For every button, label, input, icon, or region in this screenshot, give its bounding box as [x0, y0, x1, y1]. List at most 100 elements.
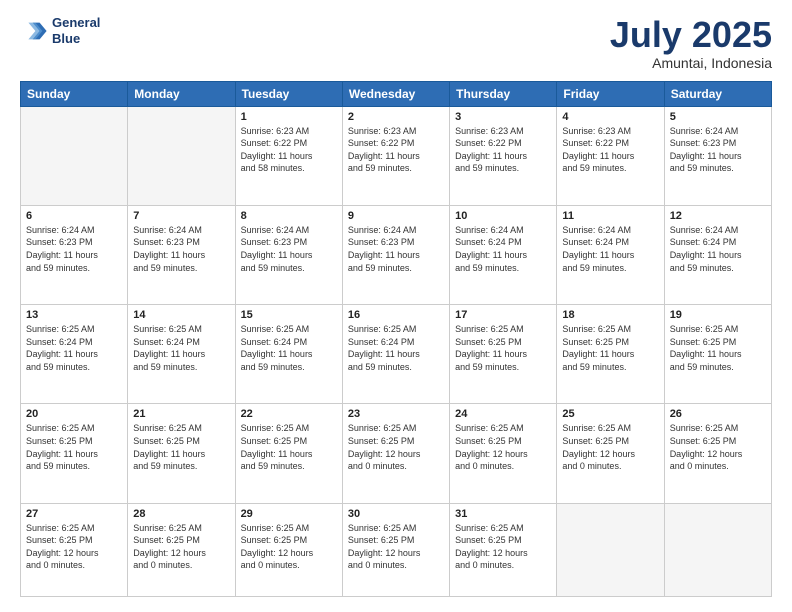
calendar-cell: 14 Sunrise: 6:25 AM Sunset: 6:24 PM Dayli…	[128, 305, 235, 404]
day-info: Sunrise: 6:25 AM Sunset: 6:25 PM Dayligh…	[455, 323, 551, 373]
calendar-cell: 5 Sunrise: 6:24 AM Sunset: 6:23 PM Daylig…	[664, 106, 771, 205]
day-number: 3	[455, 111, 551, 123]
day-number: 15	[241, 309, 337, 321]
day-number: 24	[455, 408, 551, 420]
logo-text: General Blue	[52, 15, 100, 46]
day-number: 18	[562, 309, 658, 321]
calendar-cell: 29 Sunrise: 6:25 AM Sunset: 6:25 PM Dayli…	[235, 503, 342, 596]
day-number: 27	[26, 508, 122, 520]
calendar-cell: 3 Sunrise: 6:23 AM Sunset: 6:22 PM Daylig…	[450, 106, 557, 205]
day-number: 4	[562, 111, 658, 123]
day-info: Sunrise: 6:25 AM Sunset: 6:24 PM Dayligh…	[26, 323, 122, 373]
calendar-cell: 22 Sunrise: 6:25 AM Sunset: 6:25 PM Dayli…	[235, 404, 342, 503]
calendar-cell: 19Sunrise: 6:25 AM Sunset: 6:25 PM Dayli…	[664, 305, 771, 404]
day-info: Sunrise: 6:23 AM Sunset: 6:22 PM Dayligh…	[348, 125, 444, 175]
calendar-cell: 18 Sunrise: 6:25 AM Sunset: 6:25 PM Dayli…	[557, 305, 664, 404]
day-number: 22	[241, 408, 337, 420]
day-number: 30	[348, 508, 444, 520]
day-info: Sunrise: 6:24 AM Sunset: 6:24 PM Dayligh…	[455, 224, 551, 274]
calendar-cell: 7 Sunrise: 6:24 AM Sunset: 6:23 PM Daylig…	[128, 205, 235, 304]
calendar-cell: 1Sunrise: 6:23 AM Sunset: 6:22 PM Daylig…	[235, 106, 342, 205]
day-info: Sunrise: 6:25 AM Sunset: 6:25 PM Dayligh…	[26, 422, 122, 472]
day-info: Sunrise: 6:25 AM Sunset: 6:25 PM Dayligh…	[455, 522, 551, 572]
day-number: 21	[133, 408, 229, 420]
calendar-cell: 28Sunrise: 6:25 AM Sunset: 6:25 PM Dayli…	[128, 503, 235, 596]
day-info: Sunrise: 6:25 AM Sunset: 6:24 PM Dayligh…	[348, 323, 444, 373]
day-info: Sunrise: 6:25 AM Sunset: 6:25 PM Dayligh…	[562, 323, 658, 373]
calendar-week-1: 1Sunrise: 6:23 AM Sunset: 6:22 PM Daylig…	[21, 106, 772, 205]
calendar-week-4: 20 Sunrise: 6:25 AM Sunset: 6:25 PM Dayli…	[21, 404, 772, 503]
day-info: Sunrise: 6:25 AM Sunset: 6:25 PM Dayligh…	[133, 422, 229, 472]
column-header-sunday: Sunday	[21, 81, 128, 106]
main-title: July 2025	[610, 15, 772, 55]
day-info: Sunrise: 6:25 AM Sunset: 6:25 PM Dayligh…	[455, 422, 551, 472]
calendar-cell: 27 Sunrise: 6:25 AM Sunset: 6:25 PM Dayli…	[21, 503, 128, 596]
day-number: 12	[670, 210, 766, 222]
day-info: Sunrise: 6:24 AM Sunset: 6:23 PM Dayligh…	[241, 224, 337, 274]
calendar-cell: 31 Sunrise: 6:25 AM Sunset: 6:25 PM Dayli…	[450, 503, 557, 596]
calendar-cell: 9 Sunrise: 6:24 AM Sunset: 6:23 PM Daylig…	[342, 205, 449, 304]
day-info: Sunrise: 6:23 AM Sunset: 6:22 PM Dayligh…	[455, 125, 551, 175]
day-number: 25	[562, 408, 658, 420]
calendar-week-2: 6 Sunrise: 6:24 AM Sunset: 6:23 PM Daylig…	[21, 205, 772, 304]
day-number: 10	[455, 210, 551, 222]
calendar-header-row: SundayMondayTuesdayWednesdayThursdayFrid…	[21, 81, 772, 106]
day-number: 26	[670, 408, 766, 420]
calendar-cell: 4 Sunrise: 6:23 AM Sunset: 6:22 PM Daylig…	[557, 106, 664, 205]
column-header-saturday: Saturday	[664, 81, 771, 106]
calendar-cell: 6Sunrise: 6:24 AM Sunset: 6:23 PM Daylig…	[21, 205, 128, 304]
calendar-week-5: 27 Sunrise: 6:25 AM Sunset: 6:25 PM Dayli…	[21, 503, 772, 596]
day-info: Sunrise: 6:25 AM Sunset: 6:25 PM Dayligh…	[562, 422, 658, 472]
day-number: 14	[133, 309, 229, 321]
day-info: Sunrise: 6:24 AM Sunset: 6:23 PM Dayligh…	[670, 125, 766, 175]
day-number: 31	[455, 508, 551, 520]
logo: General Blue	[20, 15, 100, 46]
page: General Blue July 2025 Amuntai, Indonesi…	[0, 0, 792, 612]
column-header-tuesday: Tuesday	[235, 81, 342, 106]
header: General Blue July 2025 Amuntai, Indonesi…	[20, 15, 772, 71]
day-info: Sunrise: 6:24 AM Sunset: 6:24 PM Dayligh…	[670, 224, 766, 274]
day-info: Sunrise: 6:25 AM Sunset: 6:24 PM Dayligh…	[241, 323, 337, 373]
column-header-wednesday: Wednesday	[342, 81, 449, 106]
day-info: Sunrise: 6:25 AM Sunset: 6:25 PM Dayligh…	[26, 522, 122, 572]
day-info: Sunrise: 6:25 AM Sunset: 6:25 PM Dayligh…	[670, 422, 766, 472]
day-info: Sunrise: 6:24 AM Sunset: 6:24 PM Dayligh…	[562, 224, 658, 274]
day-number: 11	[562, 210, 658, 222]
day-number: 20	[26, 408, 122, 420]
day-number: 5	[670, 111, 766, 123]
day-number: 13	[26, 309, 122, 321]
day-info: Sunrise: 6:25 AM Sunset: 6:25 PM Dayligh…	[241, 522, 337, 572]
day-info: Sunrise: 6:23 AM Sunset: 6:22 PM Dayligh…	[241, 125, 337, 175]
column-header-thursday: Thursday	[450, 81, 557, 106]
calendar-cell: 2 Sunrise: 6:23 AM Sunset: 6:22 PM Daylig…	[342, 106, 449, 205]
day-info: Sunrise: 6:25 AM Sunset: 6:25 PM Dayligh…	[348, 422, 444, 472]
day-info: Sunrise: 6:24 AM Sunset: 6:23 PM Dayligh…	[348, 224, 444, 274]
calendar-cell: 30 Sunrise: 6:25 AM Sunset: 6:25 PM Dayli…	[342, 503, 449, 596]
column-header-friday: Friday	[557, 81, 664, 106]
day-number: 23	[348, 408, 444, 420]
day-number: 2	[348, 111, 444, 123]
calendar-cell: 16Sunrise: 6:25 AM Sunset: 6:24 PM Dayli…	[342, 305, 449, 404]
calendar-cell: 17Sunrise: 6:25 AM Sunset: 6:25 PM Dayli…	[450, 305, 557, 404]
day-info: Sunrise: 6:23 AM Sunset: 6:22 PM Dayligh…	[562, 125, 658, 175]
column-header-monday: Monday	[128, 81, 235, 106]
day-info: Sunrise: 6:25 AM Sunset: 6:25 PM Dayligh…	[348, 522, 444, 572]
calendar-cell: 13 Sunrise: 6:25 AM Sunset: 6:24 PM Dayli…	[21, 305, 128, 404]
day-number: 29	[241, 508, 337, 520]
logo-icon	[20, 17, 48, 45]
day-number: 9	[348, 210, 444, 222]
day-info: Sunrise: 6:25 AM Sunset: 6:24 PM Dayligh…	[133, 323, 229, 373]
day-number: 6	[26, 210, 122, 222]
day-number: 8	[241, 210, 337, 222]
calendar-cell: 15 Sunrise: 6:25 AM Sunset: 6:24 PM Dayli…	[235, 305, 342, 404]
calendar-cell	[557, 503, 664, 596]
calendar-cell: 24 Sunrise: 6:25 AM Sunset: 6:25 PM Dayli…	[450, 404, 557, 503]
calendar-table: SundayMondayTuesdayWednesdayThursdayFrid…	[20, 81, 772, 597]
day-info: Sunrise: 6:25 AM Sunset: 6:25 PM Dayligh…	[241, 422, 337, 472]
calendar-cell: 10 Sunrise: 6:24 AM Sunset: 6:24 PM Dayli…	[450, 205, 557, 304]
day-number: 7	[133, 210, 229, 222]
calendar-cell: 11 Sunrise: 6:24 AM Sunset: 6:24 PM Dayli…	[557, 205, 664, 304]
day-info: Sunrise: 6:24 AM Sunset: 6:23 PM Dayligh…	[133, 224, 229, 274]
day-number: 28	[133, 508, 229, 520]
calendar-cell: 21 Sunrise: 6:25 AM Sunset: 6:25 PM Dayli…	[128, 404, 235, 503]
